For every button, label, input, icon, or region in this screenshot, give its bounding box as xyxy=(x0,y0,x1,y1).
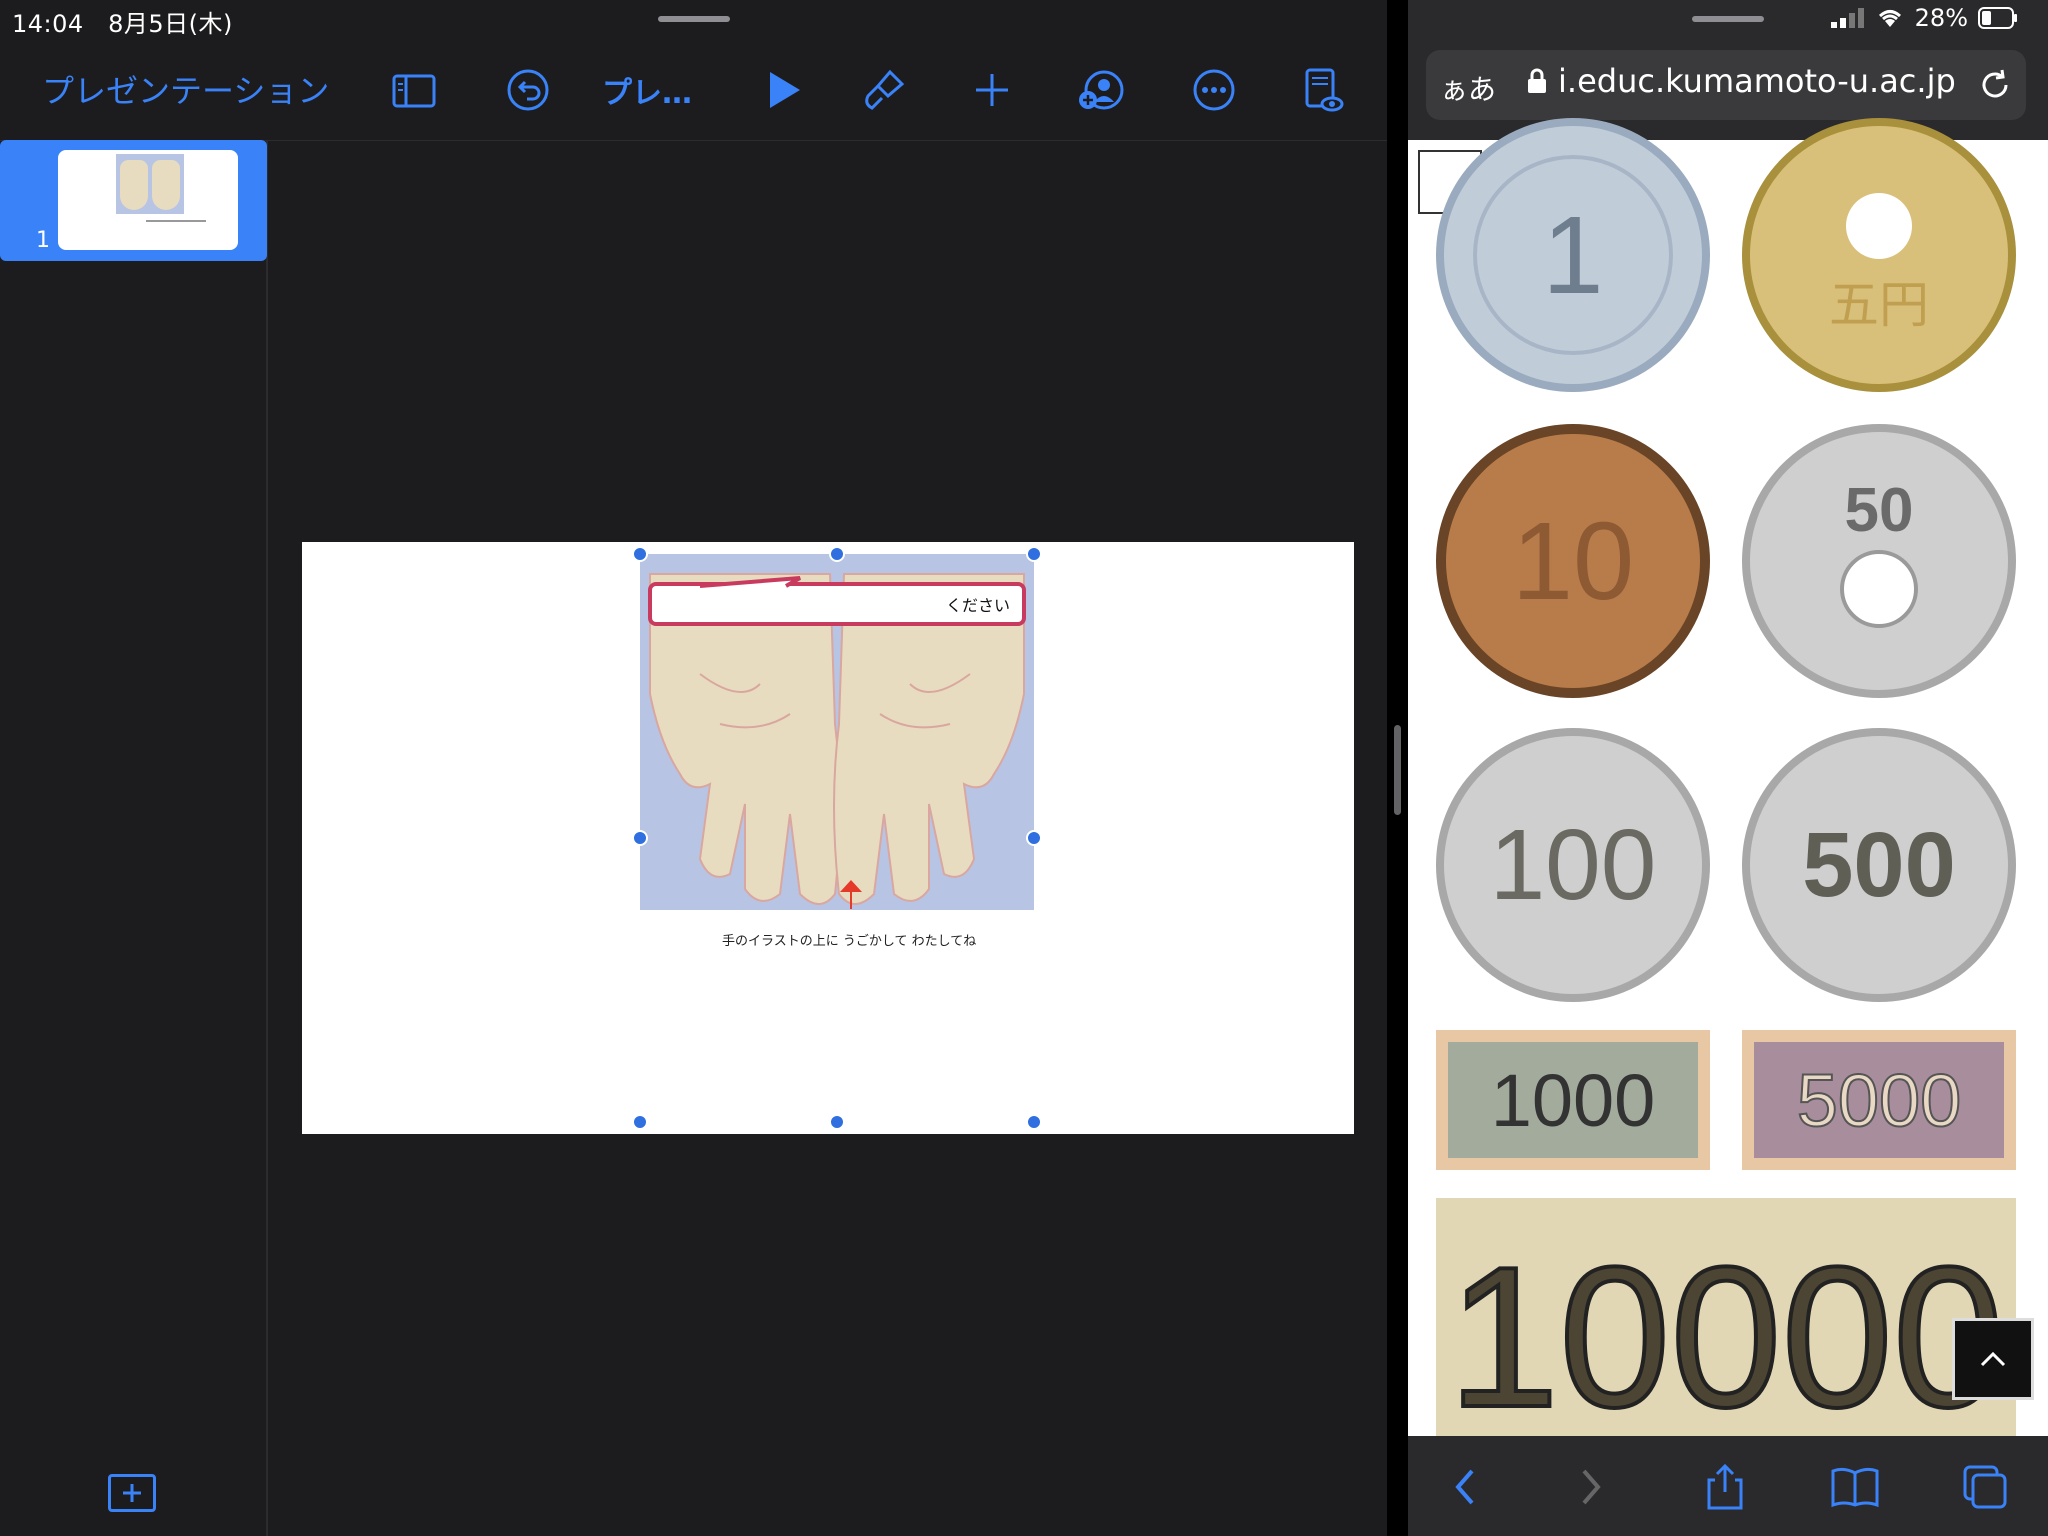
bill-10000-label: 10000 xyxy=(1446,1224,2006,1451)
bill-10000-yen[interactable]: 10000 xyxy=(1436,1198,2016,1451)
thumbnail-hands-image xyxy=(116,154,184,214)
coin-500-yen[interactable]: 500 xyxy=(1742,728,2016,1002)
tabs-icon[interactable] xyxy=(1958,1460,2012,1514)
coin-10-yen[interactable]: 10 xyxy=(1436,424,1710,698)
coin-50-label: 50 xyxy=(1844,475,1914,545)
selection-handle[interactable] xyxy=(1026,830,1042,846)
slide-number: 1 xyxy=(36,228,50,253)
collaborate-icon[interactable] xyxy=(1070,60,1130,120)
forward-icon[interactable] xyxy=(1564,1460,1618,1514)
scroll-to-top-button[interactable] xyxy=(1952,1318,2034,1400)
battery-percent: 28% xyxy=(1914,4,1968,32)
safari-top-bar: 28% ぁあ i.educ.kumamoto-u.ac.jp xyxy=(1408,0,2048,140)
add-slide-button[interactable] xyxy=(108,1474,156,1512)
slide-caption: 手のイラストの上に うごかして わたしてね xyxy=(722,934,977,949)
back-icon[interactable] xyxy=(1438,1460,1492,1514)
url-text: i.educ.kumamoto-u.ac.jp xyxy=(1558,62,1956,100)
thumbnail-caption xyxy=(146,220,206,222)
coin-500-label: 500 xyxy=(1802,813,1956,916)
status-time-date: 14:04 8月5日(木) xyxy=(12,4,233,39)
selection-handle[interactable] xyxy=(829,546,845,562)
play-icon[interactable] xyxy=(752,60,812,120)
reload-icon[interactable] xyxy=(1978,68,2012,102)
address-bar[interactable]: ぁあ i.educ.kumamoto-u.ac.jp xyxy=(1426,50,2026,120)
document-name-button[interactable]: プレ… xyxy=(602,68,692,112)
navigator-divider xyxy=(266,140,268,1536)
coin-100-yen[interactable]: 100 xyxy=(1436,728,1710,1002)
wifi-icon xyxy=(1878,10,1901,27)
url-display[interactable]: i.educ.kumamoto-u.ac.jp xyxy=(1526,62,1956,100)
slide-thumbnail[interactable] xyxy=(58,150,238,250)
more-options-icon[interactable] xyxy=(1184,60,1244,120)
coin-1-label: 1 xyxy=(1542,193,1604,317)
bill-5000-yen[interactable]: 5000 xyxy=(1742,1030,2016,1170)
status-date: 8月5日(木) xyxy=(108,10,233,38)
speech-bubble: ください xyxy=(648,582,1026,626)
bill-1000-label: 1000 xyxy=(1490,1058,1656,1142)
bookmarks-icon[interactable] xyxy=(1828,1460,1882,1514)
plus-icon xyxy=(123,1484,141,1502)
bubble-tail xyxy=(700,576,801,588)
coin-1-yen[interactable]: 1 xyxy=(1436,118,1710,392)
selection-handle[interactable] xyxy=(632,1114,648,1130)
format-paintbrush-icon[interactable] xyxy=(854,60,914,120)
safari-pane: 28% ぁあ i.educ.kumamoto-u.ac.jp 1 五円 10 5… xyxy=(1408,0,2048,1536)
add-icon[interactable] xyxy=(962,60,1022,120)
coin-100-label: 100 xyxy=(1489,808,1657,921)
status-indicators: 28% xyxy=(1830,4,2018,32)
multitask-grabber[interactable] xyxy=(1692,16,1764,22)
lock-icon xyxy=(1528,68,1546,93)
selection-handle[interactable] xyxy=(829,1114,845,1130)
text-size-button[interactable]: ぁあ xyxy=(1440,68,1496,108)
coin-50-yen[interactable]: 50 xyxy=(1742,424,2016,698)
selection-handle[interactable] xyxy=(1026,1114,1042,1130)
keynote-pane: 14:04 8月5日(木) プレゼンテーション プレ… 1 ください 手のイラス… xyxy=(0,0,1387,1536)
undo-icon[interactable] xyxy=(498,60,558,120)
bill-5000-label: 5000 xyxy=(1796,1058,1963,1143)
reading-view-icon[interactable] xyxy=(1292,60,1352,120)
coin-5-label: 五円 xyxy=(1829,276,1929,334)
chevron-up-icon xyxy=(1980,1351,2006,1367)
sidebar-toggle-icon[interactable] xyxy=(384,60,444,120)
coin-10-label: 10 xyxy=(1511,499,1635,623)
selection-handle[interactable] xyxy=(1026,546,1042,562)
battery-icon xyxy=(1978,7,2017,29)
coin-5-yen[interactable]: 五円 xyxy=(1742,118,2016,392)
back-to-presentations-button[interactable]: プレゼンテーション xyxy=(42,66,329,112)
split-view-handle[interactable] xyxy=(1394,725,1401,815)
speech-bubble-text: ください xyxy=(945,596,1010,615)
cellular-signal-icon xyxy=(1830,8,1864,28)
selection-handle[interactable] xyxy=(632,546,648,562)
selection-handle[interactable] xyxy=(632,830,648,846)
share-icon[interactable] xyxy=(1698,1460,1752,1514)
slide-canvas[interactable]: ください xyxy=(302,542,1354,1134)
multitask-grabber[interactable] xyxy=(658,16,730,22)
hands-illustration-image[interactable]: ください xyxy=(640,554,1034,910)
bill-1000-yen[interactable]: 1000 xyxy=(1436,1030,1710,1170)
status-time: 14:04 xyxy=(12,10,84,38)
